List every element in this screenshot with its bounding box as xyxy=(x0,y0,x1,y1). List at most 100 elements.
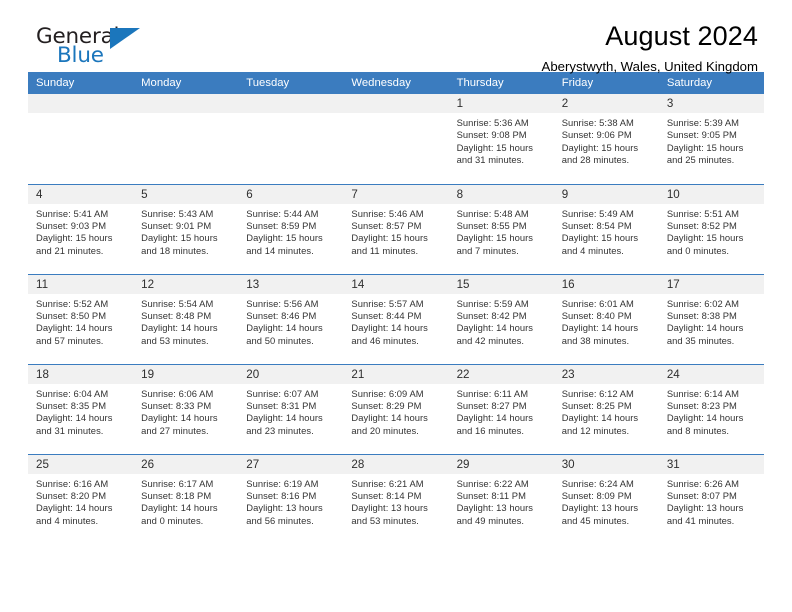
calendar-day-cell[interactable]: 18 Sunrise: 6:04 AM Sunset: 8:35 PM Dayligh… xyxy=(28,363,134,454)
day-number: 26 xyxy=(133,454,239,474)
calendar-day-cell[interactable]: 19 Sunrise: 6:06 AM Sunset: 8:33 PM Dayligh… xyxy=(133,363,239,454)
calendar-day-cell[interactable]: 17 Sunrise: 6:02 AM Sunset: 8:38 PM Dayligh… xyxy=(658,273,764,364)
daylight-text: Daylight: 14 hours and 38 minutes. xyxy=(561,322,639,346)
sunrise-text: Sunrise: 6:17 AM xyxy=(141,477,214,489)
sunset-text: Sunset: 8:20 PM xyxy=(36,489,107,501)
day-number xyxy=(343,94,449,113)
calendar-day-cell[interactable]: 8 Sunrise: 5:48 AM Sunset: 8:55 PM Daylight… xyxy=(448,183,554,274)
day-number: 16 xyxy=(553,274,659,294)
daylight-text: Daylight: 14 hours and 42 minutes. xyxy=(456,322,534,346)
calendar-day-cell[interactable]: 14 Sunrise: 5:57 AM Sunset: 8:44 PM Dayligh… xyxy=(343,273,449,364)
calendar-day-cell[interactable]: 26 Sunrise: 6:17 AM Sunset: 8:18 PM Dayligh… xyxy=(133,453,239,544)
calendar-day-cell[interactable]: 16 Sunrise: 6:01 AM Sunset: 8:40 PM Dayligh… xyxy=(553,273,659,364)
calendar-day-cell[interactable]: 21 Sunrise: 6:09 AM Sunset: 8:29 PM Dayligh… xyxy=(343,363,449,454)
day-details: Sunrise: 6:19 AM Sunset: 8:16 PM Daylight:… xyxy=(238,474,343,528)
day-number: 7 xyxy=(343,184,449,204)
sunrise-text: Sunrise: 5:54 AM xyxy=(141,297,214,309)
day-details: Sunrise: 5:54 AM Sunset: 8:48 PM Daylight:… xyxy=(133,294,238,348)
day-details: Sunrise: 6:14 AM Sunset: 8:23 PM Daylight:… xyxy=(659,384,764,438)
daylight-text: Daylight: 14 hours and 53 minutes. xyxy=(141,322,218,346)
day-details: Sunrise: 5:36 AM Sunset: 9:08 PM Daylight:… xyxy=(449,113,554,167)
day-number: 30 xyxy=(553,454,659,474)
calendar-day-cell[interactable]: 1 Sunrise: 5:36 AM Sunset: 9:08 PM Daylight… xyxy=(448,94,554,184)
day-number: 28 xyxy=(343,454,449,474)
calendar-day-cell[interactable]: 11 Sunrise: 5:52 AM Sunset: 8:50 PM Dayligh… xyxy=(28,273,134,364)
day-number: 8 xyxy=(448,184,554,204)
day-details: Sunrise: 6:26 AM Sunset: 8:07 PM Daylight:… xyxy=(659,474,764,528)
sunrise-text: Sunrise: 6:24 AM xyxy=(561,477,634,489)
day-details: Sunrise: 6:22 AM Sunset: 8:11 PM Daylight:… xyxy=(449,474,554,528)
day-number: 4 xyxy=(28,184,134,204)
sunrise-text: Sunrise: 5:59 AM xyxy=(456,297,529,309)
calendar-day-cell[interactable]: 24 Sunrise: 6:14 AM Sunset: 8:23 PM Dayligh… xyxy=(658,363,764,454)
sunset-text: Sunset: 9:05 PM xyxy=(666,129,737,141)
calendar-day-cell[interactable]: 6 Sunrise: 5:44 AM Sunset: 8:59 PM Daylight… xyxy=(238,183,344,274)
sunrise-text: Sunrise: 5:56 AM xyxy=(246,297,319,309)
sunrise-text: Sunrise: 5:48 AM xyxy=(456,207,529,219)
daylight-text: Daylight: 14 hours and 8 minutes. xyxy=(666,412,744,436)
sunrise-text: Sunrise: 5:39 AM xyxy=(666,117,740,128)
page-title: August 2024 xyxy=(605,21,758,51)
sunset-text: Sunset: 8:40 PM xyxy=(561,309,632,321)
day-details: Sunrise: 6:07 AM Sunset: 8:31 PM Daylight:… xyxy=(238,384,343,438)
day-number: 18 xyxy=(28,364,134,384)
calendar-day-cell[interactable]: 15 Sunrise: 5:59 AM Sunset: 8:42 PM Dayligh… xyxy=(448,273,554,364)
day-details: Sunrise: 6:24 AM Sunset: 8:09 PM Daylight:… xyxy=(554,474,659,528)
sunset-text: Sunset: 8:59 PM xyxy=(246,219,317,231)
daylight-text: Daylight: 15 hours and 18 minutes. xyxy=(141,232,218,256)
calendar-day-cell[interactable]: 5 Sunrise: 5:43 AM Sunset: 9:01 PM Daylight… xyxy=(133,183,239,274)
calendar-day-cell[interactable]: 31 Sunrise: 6:26 AM Sunset: 8:07 PM Dayligh… xyxy=(658,453,764,544)
sunset-text: Sunset: 8:14 PM xyxy=(351,489,422,501)
sunset-text: Sunset: 8:09 PM xyxy=(561,489,632,501)
day-number: 10 xyxy=(658,184,764,204)
calendar-day-cell[interactable]: 12 Sunrise: 5:54 AM Sunset: 8:48 PM Dayligh… xyxy=(133,273,239,364)
day-number: 23 xyxy=(553,364,659,384)
calendar-day-cell[interactable]: 13 Sunrise: 5:56 AM Sunset: 8:46 PM Dayligh… xyxy=(238,273,344,364)
day-details: Sunrise: 5:52 AM Sunset: 8:50 PM Daylight:… xyxy=(28,294,133,348)
calendar-day-cell[interactable]: 28 Sunrise: 6:21 AM Sunset: 8:14 PM Dayligh… xyxy=(343,453,449,544)
sunrise-text: Sunrise: 5:57 AM xyxy=(351,297,424,309)
day-details: Sunrise: 6:12 AM Sunset: 8:25 PM Daylight:… xyxy=(554,384,659,438)
calendar-day-cell[interactable]: 3 Sunrise: 5:39 AM Sunset: 9:05 PM Daylight… xyxy=(658,94,764,184)
sunrise-text: Sunrise: 5:41 AM xyxy=(36,207,109,219)
sunset-text: Sunset: 8:55 PM xyxy=(456,219,527,231)
day-details: Sunrise: 5:51 AM Sunset: 8:52 PM Daylight:… xyxy=(659,204,764,258)
calendar-day-cell[interactable]: 10 Sunrise: 5:51 AM Sunset: 8:52 PM Dayligh… xyxy=(658,183,764,274)
sunrise-text: Sunrise: 6:02 AM xyxy=(666,297,740,309)
day-number: 29 xyxy=(448,454,554,474)
day-number: 20 xyxy=(238,364,344,384)
calendar-day-cell[interactable]: 9 Sunrise: 5:49 AM Sunset: 8:54 PM Daylight… xyxy=(553,183,659,274)
day-number: 5 xyxy=(133,184,239,204)
daylight-text: Daylight: 14 hours and 27 minutes. xyxy=(141,412,218,436)
day-details: Sunrise: 6:11 AM Sunset: 8:27 PM Daylight:… xyxy=(449,384,554,438)
calendar-day-cell[interactable]: 2 Sunrise: 5:38 AM Sunset: 9:06 PM Daylight… xyxy=(553,94,659,184)
general-blue-logo[interactable]: General Blue xyxy=(28,22,158,74)
calendar-day-cell[interactable]: 25 Sunrise: 6:16 AM Sunset: 8:20 PM Dayligh… xyxy=(28,453,134,544)
day-number: 2 xyxy=(553,94,659,113)
calendar-day-cell[interactable]: 4 Sunrise: 5:41 AM Sunset: 9:03 PM Daylight… xyxy=(28,183,134,274)
calendar-day-cell-empty xyxy=(343,94,449,184)
calendar-day-cell[interactable]: 7 Sunrise: 5:46 AM Sunset: 8:57 PM Daylight… xyxy=(343,183,449,274)
day-details: Sunrise: 5:43 AM Sunset: 9:01 PM Daylight:… xyxy=(133,204,238,258)
calendar-day-cell[interactable]: 27 Sunrise: 6:19 AM Sunset: 8:16 PM Dayligh… xyxy=(238,453,344,544)
calendar-day-cell-empty xyxy=(28,94,134,184)
day-number: 13 xyxy=(238,274,344,294)
daylight-text: Daylight: 14 hours and 46 minutes. xyxy=(351,322,428,346)
calendar-day-cell[interactable]: 23 Sunrise: 6:12 AM Sunset: 8:25 PM Dayligh… xyxy=(553,363,659,454)
weekday-header-tuesday: Tuesday xyxy=(238,72,344,94)
day-details: Sunrise: 6:17 AM Sunset: 8:18 PM Daylight:… xyxy=(133,474,238,528)
sunrise-text: Sunrise: 5:44 AM xyxy=(246,207,319,219)
sunrise-text: Sunrise: 6:14 AM xyxy=(666,387,740,399)
day-number: 15 xyxy=(448,274,554,294)
sunset-text: Sunset: 8:07 PM xyxy=(666,489,737,501)
calendar-day-cell[interactable]: 20 Sunrise: 6:07 AM Sunset: 8:31 PM Dayligh… xyxy=(238,363,344,454)
triangle-icon xyxy=(110,28,140,49)
daylight-text: Daylight: 15 hours and 28 minutes. xyxy=(561,141,639,166)
day-details: Sunrise: 5:46 AM Sunset: 8:57 PM Daylight:… xyxy=(343,204,448,258)
day-number: 31 xyxy=(658,454,764,474)
calendar-day-cell[interactable]: 30 Sunrise: 6:24 AM Sunset: 8:09 PM Dayligh… xyxy=(553,453,659,544)
calendar-day-cell[interactable]: 22 Sunrise: 6:11 AM Sunset: 8:27 PM Dayligh… xyxy=(448,363,554,454)
page-subtitle: Aberystwyth, Wales, United Kingdom xyxy=(541,59,758,75)
daylight-text: Daylight: 13 hours and 41 minutes. xyxy=(666,502,744,526)
calendar-day-cell[interactable]: 29 Sunrise: 6:22 AM Sunset: 8:11 PM Dayligh… xyxy=(448,453,554,544)
